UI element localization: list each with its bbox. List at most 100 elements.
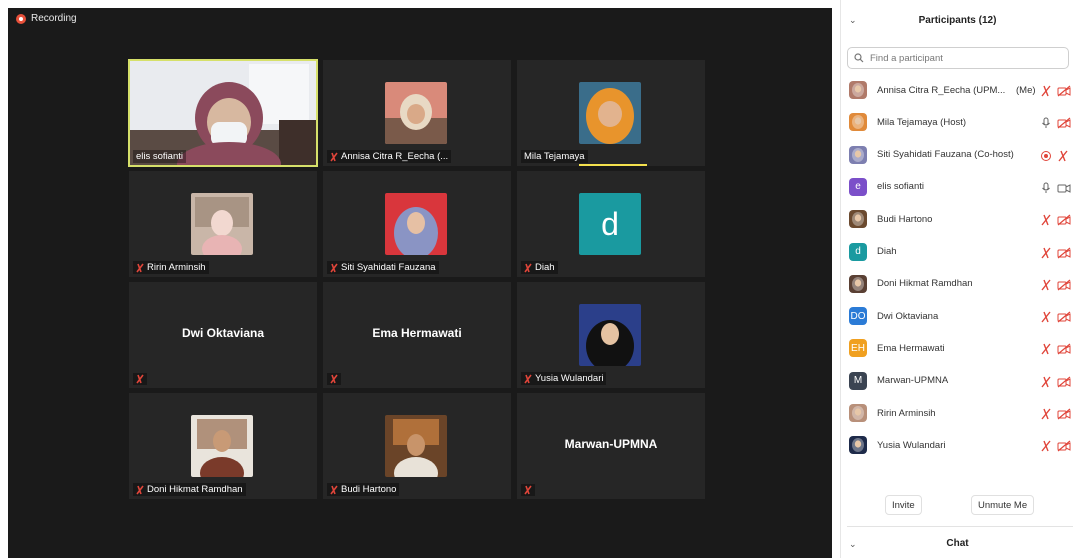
video-tile-dwi-oktaviana[interactable]: Dwi Oktaviana [129,282,317,388]
avatar-initial: EH [851,342,865,354]
video-tile-ririn-arminsih[interactable]: Ririn Arminsih [129,171,317,277]
mic-muted-icon [330,374,338,384]
mic-muted-icon[interactable] [1040,439,1052,452]
mic-muted-icon[interactable] [1040,375,1052,388]
participant-row[interactable]: M Marwan-UPMNA [841,365,1073,397]
mic-muted-icon[interactable] [1040,310,1052,323]
microphone-icon[interactable] [1040,116,1052,129]
mic-muted-icon[interactable] [1040,278,1052,291]
avatar [849,81,867,99]
tile-display-name: Dwi Oktaviana [181,326,265,340]
participant-name: elis sofianti [136,151,183,162]
mic-muted-icon [136,485,144,495]
mic-muted-icon[interactable] [1040,407,1052,420]
participant-name: Annisa Citra R_Eecha (... [341,151,449,162]
mic-muted-icon [330,152,338,162]
participant-row[interactable]: Doni Hikmat Ramdhan [841,268,1073,300]
video-off-icon[interactable] [1057,342,1071,355]
video-tile-marwan-upmna[interactable]: Marwan-UPMNA [517,393,705,499]
participant-name: Mila Tejamaya (Host) [877,116,967,128]
video-tile-yusia-wulandari[interactable]: Yusia Wulandari [517,282,705,388]
microphone-icon[interactable] [1040,181,1052,193]
divider [847,526,1073,527]
video-tile-elis-sofianti[interactable]: elis sofianti [128,59,318,167]
avatar-initial: e [855,181,861,193]
video-off-icon[interactable] [1057,278,1071,291]
unmute-me-button[interactable]: Unmute Me [971,495,1035,515]
participant-name: Marwan-UPMNA [877,375,949,387]
initial-avatar: M [849,371,867,390]
profile-photo [579,82,641,144]
participant-name: elis sofianti [877,181,924,193]
participant-row[interactable]: Mila Tejamaya (Host) [841,106,1073,138]
avatar [849,145,867,164]
video-tile-annisa[interactable]: Annisa Citra R_Eecha (... [323,60,511,166]
participant-row[interactable]: d Diah [841,236,1073,268]
video-off-icon[interactable] [1057,439,1071,452]
initial-avatar: e [849,177,867,196]
avatar-initial: DO [850,310,866,322]
avatar [849,274,867,293]
tile-name-label: Siti Syahidati Fauzana [327,261,439,274]
video-off-icon[interactable] [1057,213,1071,226]
tile-name-label: Yusia Wulandari [521,372,607,385]
video-off-icon[interactable] [1057,407,1071,420]
mic-muted-icon [524,263,532,273]
tile-name-label: Ririn Arminsih [133,261,209,274]
mic-muted-icon[interactable] [1040,84,1052,97]
profile-photo [579,304,641,366]
participant-name: Dwi Oktaviana [877,310,939,322]
recording-label: Recording [31,13,77,24]
video-off-icon[interactable] [1057,84,1071,97]
chat-title[interactable]: Chat [841,538,1073,549]
tile-name-label [133,373,147,385]
video-off-icon[interactable] [1057,375,1071,388]
participant-row[interactable]: EH Ema Hermawati [841,332,1073,364]
mic-muted-icon [330,485,338,495]
video-camera-icon[interactable] [1057,181,1071,193]
mic-muted-icon[interactable] [1040,342,1052,355]
mic-muted-icon[interactable] [1040,246,1052,258]
participant-row[interactable]: Ririn Arminsih [841,397,1073,429]
video-tile-doni-hikmat[interactable]: Doni Hikmat Ramdhan [129,393,317,499]
participant-row[interactable]: Budi Hartono [841,203,1073,235]
participant-row[interactable]: Yusia Wulandari [841,429,1073,461]
participant-row[interactable]: Siti Syahidati Fauzana (Co-host) [841,139,1073,171]
participant-name: Ririn Arminsih [147,262,206,273]
participant-name: Ririn Arminsih [877,407,936,419]
participant-name: Annisa Citra R_Eecha (UPM... [877,84,1006,96]
avatar [849,436,867,455]
avatar [849,113,867,132]
video-tile-ema-hermawati[interactable]: Ema Hermawati [323,282,511,388]
tile-name-label: elis sofianti [133,150,186,163]
avatar [849,404,867,422]
invite-button[interactable]: Invite [885,495,922,515]
participant-row[interactable]: e elis sofianti [841,171,1073,203]
me-tag: (Me) [1016,84,1036,96]
tile-name-label: Doni Hikmat Ramdhan [133,483,246,496]
video-tile-mila-tejamaya[interactable]: Mila Tejamaya [517,60,705,166]
participant-name: Doni Hikmat Ramdhan [877,278,973,290]
mic-muted-icon[interactable] [1040,213,1052,226]
tile-name-label: Budi Hartono [327,483,400,496]
search-input[interactable] [868,51,1062,65]
participant-name: Diah [535,262,555,273]
video-off-icon[interactable] [1057,310,1071,323]
recording-icon[interactable] [1040,149,1052,161]
video-tile-diah[interactable]: d Diah [517,171,705,277]
video-tile-budi-hartono[interactable]: Budi Hartono [323,393,511,499]
video-tile-siti-syahidati[interactable]: Siti Syahidati Fauzana [323,171,511,277]
participants-panel: ⌄ Participants (12) Annisa Citra R_Eecha… [840,0,1073,558]
video-off-icon[interactable] [1057,116,1071,129]
mic-muted-icon [330,263,338,273]
profile-photo [191,415,253,477]
video-off-icon[interactable] [1057,246,1071,258]
mic-muted-icon[interactable] [1057,149,1071,162]
recording-indicator[interactable]: Recording [16,13,77,24]
participant-row[interactable]: DO Dwi Oktaviana [841,300,1073,332]
participant-name: Mila Tejamaya [524,151,585,162]
participant-name: Diah [877,246,897,257]
participant-row[interactable]: Annisa Citra R_Eecha (UPM... (Me) [841,74,1073,106]
participant-name: Ema Hermawati [877,342,945,354]
participant-search[interactable] [847,47,1069,69]
